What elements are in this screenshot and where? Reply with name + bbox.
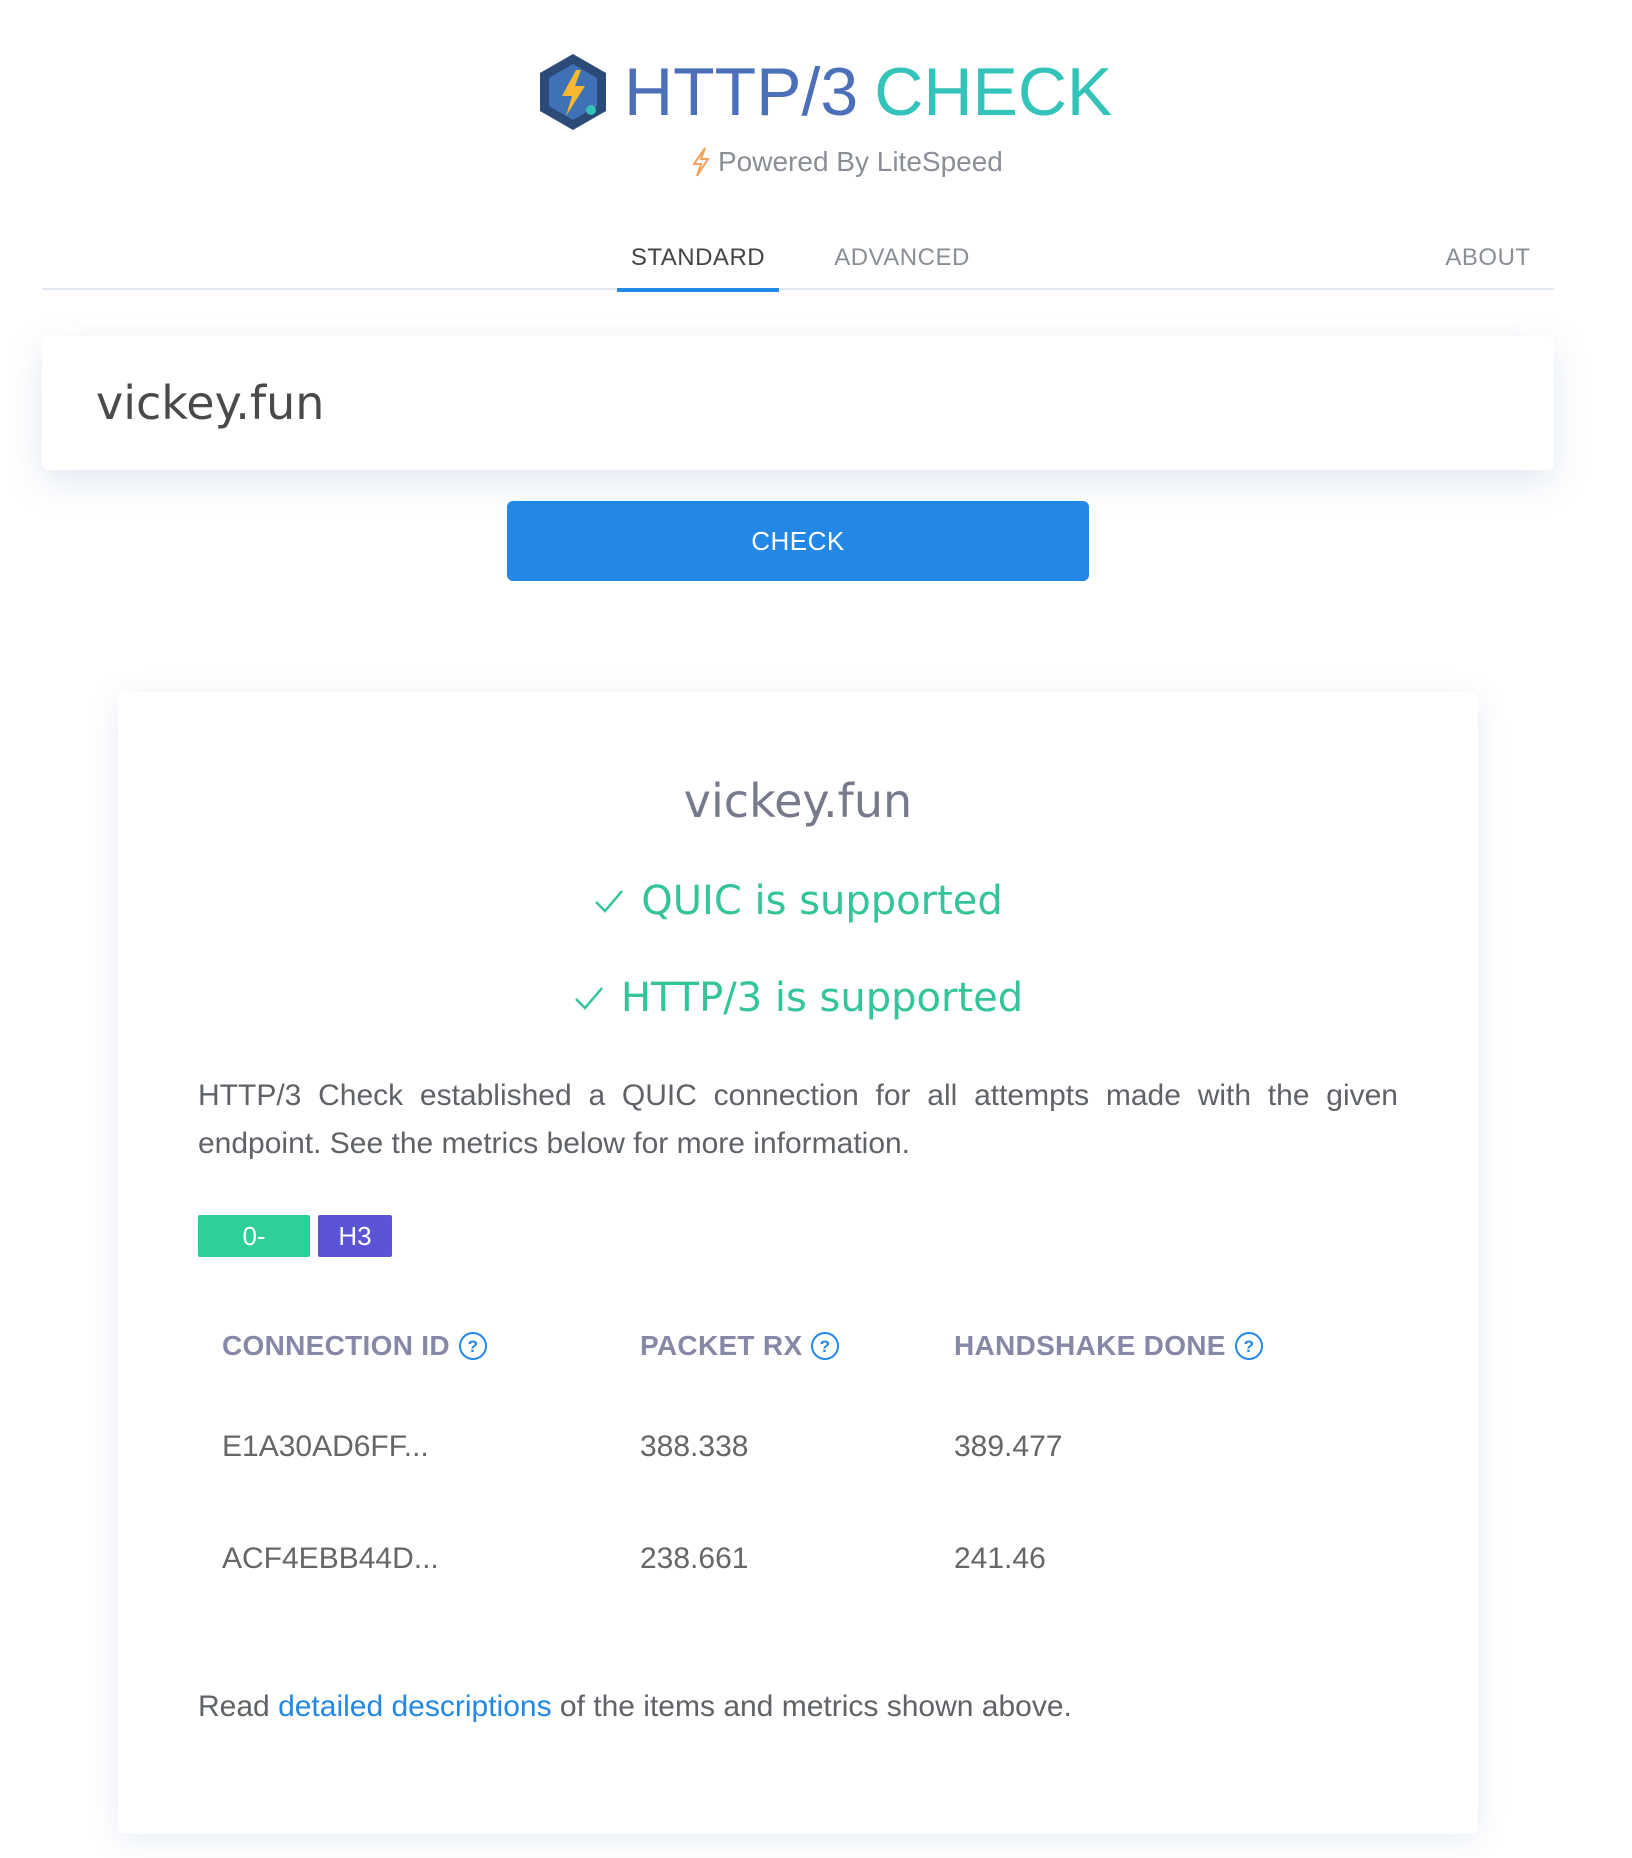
tab-standard[interactable]: STANDARD [617, 244, 779, 292]
logo[interactable]: HTTP/3 CHECK [536, 52, 1112, 132]
check-icon [574, 987, 603, 1010]
badges: 0-RTT H3 [198, 1215, 392, 1293]
help-icon[interactable]: ? [1234, 1331, 1264, 1361]
quic-status: QUIC is supported [118, 878, 1478, 924]
table-row: E1A30AD6FF... 388.338 389.477 [222, 1430, 1322, 1542]
column-header-label: PACKET RX [640, 1330, 803, 1361]
http3-status: HTTP/3 is supported [118, 975, 1478, 1021]
search-input[interactable] [42, 336, 1554, 470]
tab-bar: STANDARD ADVANCED ABOUT [42, 230, 1554, 292]
powered-by-label: Powered By LiteSpeed [718, 146, 1003, 177]
tab-advanced[interactable]: ADVANCED [822, 244, 982, 290]
logo-text: HTTP/3 CHECK [624, 52, 1112, 132]
svg-text:?: ? [820, 1337, 831, 1356]
handshake-done-cell: 389.477 [954, 1430, 1063, 1463]
packet-rx-cell: 388.338 [640, 1430, 749, 1463]
handshake-done-cell: 241.46 [954, 1542, 1046, 1575]
search-box [42, 336, 1554, 470]
logo-text-check: CHECK [874, 54, 1113, 130]
metrics-table: CONNECTION ID ? PACKET RX ? HANDSHAKE DO… [222, 1330, 1322, 1654]
check-button[interactable]: CHECK [507, 501, 1089, 581]
column-header-packet-rx: PACKET RX ? [640, 1330, 840, 1362]
table-row: ACF4EBB44D... 238.661 241.46 [222, 1542, 1322, 1654]
http3-status-text: HTTP/3 is supported [620, 975, 1024, 1021]
logo-text-http3: HTTP/3 [624, 54, 859, 130]
page: HTTP/3 CHECK Powered By LiteSpeed STANDAR… [0, 0, 1632, 1858]
svg-text:?: ? [1243, 1337, 1254, 1356]
connection-id-cell: E1A30AD6FF... [222, 1430, 429, 1463]
column-header-handshake-done: HANDSHAKE DONE ? [954, 1330, 1264, 1362]
footer-note-prefix: Read [198, 1690, 279, 1723]
column-header-label: HANDSHAKE DONE [954, 1330, 1226, 1361]
help-icon[interactable]: ? [810, 1331, 840, 1361]
badge-0rtt: 0-RTT [198, 1215, 310, 1293]
metrics-header: CONNECTION ID ? PACKET RX ? HANDSHAKE DO… [222, 1330, 1322, 1390]
help-icon[interactable]: ? [458, 1331, 488, 1361]
footer-note: Read detailed descriptions of the items … [198, 1690, 1072, 1724]
result-domain: vickey.fun [683, 774, 913, 828]
footer-note-suffix: of the items and metrics shown above. [551, 1690, 1072, 1723]
powered-by[interactable]: Powered By LiteSpeed [690, 146, 1003, 178]
svg-text:?: ? [468, 1337, 479, 1356]
badge-h3: H3 [318, 1215, 392, 1257]
result-card: vickey.fun QUIC is supported HTTP/3 is s… [118, 692, 1478, 1834]
connection-id-cell: ACF4EBB44D... [222, 1542, 439, 1575]
tab-about[interactable]: ABOUT [1438, 244, 1538, 290]
result-summary: HTTP/3 Check established a QUIC connecti… [198, 1079, 1398, 1160]
check-icon [595, 890, 624, 913]
bolt-icon [692, 147, 710, 177]
column-header-label: CONNECTION ID [222, 1330, 450, 1361]
detailed-descriptions-link[interactable]: detailed descriptions [278, 1690, 552, 1723]
column-header-connection-id: CONNECTION ID ? [222, 1330, 488, 1362]
quic-status-text: QUIC is supported [641, 878, 1003, 924]
packet-rx-cell: 238.661 [640, 1542, 749, 1575]
logo-icon [540, 54, 606, 130]
